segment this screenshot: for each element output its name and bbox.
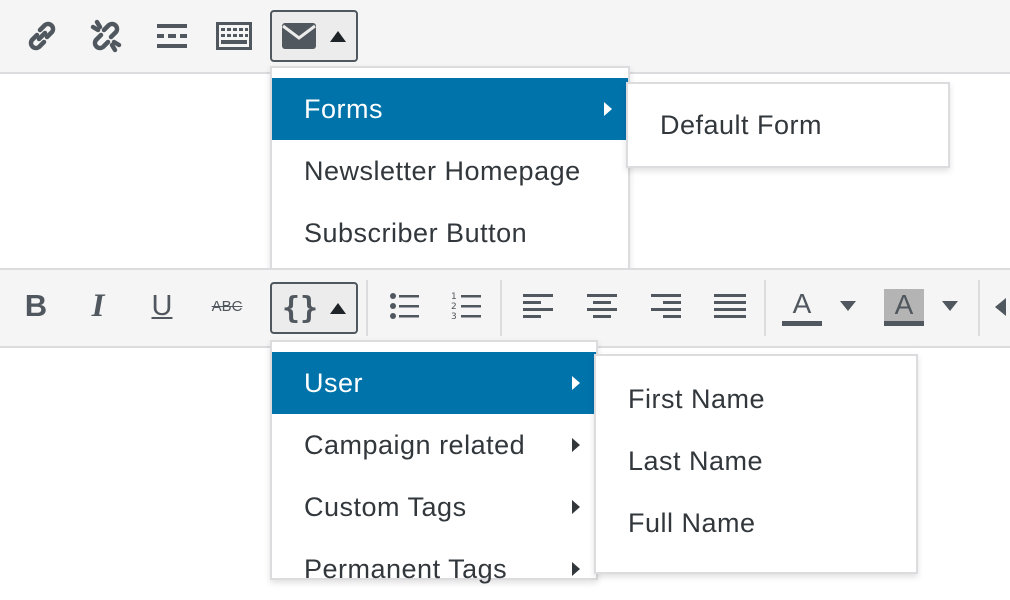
background-color-icon: A <box>884 288 924 321</box>
formatting-toolbar: B I U ABC {} 123 A A <box>0 268 1010 348</box>
color-swatch <box>884 320 924 326</box>
justify-icon <box>714 294 746 318</box>
forms-submenu: Default Form <box>626 82 950 168</box>
menu-item-label: Custom Tags <box>304 492 467 522</box>
submenu-item-first-name[interactable]: First Name <box>596 368 916 430</box>
background-color-dropdown[interactable] <box>936 284 964 328</box>
caret-down-icon <box>840 301 856 311</box>
italic-button[interactable]: I <box>76 284 120 328</box>
bold-button[interactable]: B <box>14 284 58 328</box>
italic-icon: I <box>91 287 105 324</box>
menu-item-custom-tags[interactable]: Custom Tags <box>272 476 596 538</box>
bullet-list-button[interactable] <box>382 284 426 328</box>
align-left-icon <box>523 294 553 318</box>
mailpoet-menu-button[interactable] <box>270 10 358 62</box>
envelope-icon <box>282 23 316 49</box>
menu-item-forms[interactable]: Forms <box>272 78 628 140</box>
toolbar-divider <box>366 280 368 336</box>
chevron-right-icon <box>572 376 580 390</box>
bold-icon: B <box>24 288 48 323</box>
background-color-button[interactable]: A <box>882 284 926 330</box>
justify-button[interactable] <box>708 284 752 328</box>
menu-item-label: Subscriber Button <box>304 218 528 248</box>
menu-item-label: Forms <box>304 94 383 124</box>
menu-item-permanent-tags[interactable]: Permanent Tags <box>272 538 596 600</box>
caret-up-icon <box>330 302 347 314</box>
menu-item-user[interactable]: User <box>272 352 596 414</box>
submenu-item-last-name[interactable]: Last Name <box>596 430 916 492</box>
menu-item-label: User <box>304 368 364 398</box>
keyboard-icon[interactable] <box>212 14 256 58</box>
align-left-button[interactable] <box>516 284 560 328</box>
chevron-right-icon <box>572 500 580 514</box>
text-color-button[interactable]: A <box>780 284 824 330</box>
toolbar-divider <box>978 280 980 336</box>
shortcode-menu-button[interactable]: {} <box>270 282 358 334</box>
chevron-right-icon <box>572 562 580 576</box>
menu-item-newsletter-homepage[interactable]: Newsletter Homepage <box>272 140 628 202</box>
align-right-button[interactable] <box>644 284 688 328</box>
underline-icon: U <box>151 289 173 322</box>
mailpoet-dropdown-menu: Forms Newsletter Homepage Subscriber But… <box>270 66 630 272</box>
chevron-right-icon <box>604 102 612 116</box>
align-center-button[interactable] <box>580 284 624 328</box>
link-icon[interactable] <box>20 14 64 58</box>
submenu-item-default-form[interactable]: Default Form <box>628 94 948 156</box>
submenu-item-full-name[interactable]: Full Name <box>596 492 916 554</box>
align-right-icon <box>651 294 681 318</box>
numbered-list-button[interactable]: 123 <box>444 284 488 328</box>
user-submenu: First Name Last Name Full Name <box>594 354 918 574</box>
toolbar-divider <box>764 280 766 336</box>
chevron-right-icon <box>572 438 580 452</box>
svg-text:2: 2 <box>451 302 457 312</box>
caret-up-icon <box>330 30 346 42</box>
shortcode-dropdown-menu: User Campaign related Custom Tags Perman… <box>270 340 598 584</box>
chevron-left-icon <box>994 298 1006 316</box>
menu-item-label: Campaign related <box>304 430 526 460</box>
caret-down-icon <box>942 301 958 311</box>
toolbar-divider <box>500 280 502 336</box>
menu-item-label: Newsletter Homepage <box>304 156 581 186</box>
text-color-dropdown[interactable] <box>834 284 862 328</box>
numbered-list-icon: 123 <box>451 292 481 321</box>
menu-item-label: Permanent Tags <box>304 554 508 584</box>
align-center-icon <box>587 294 617 318</box>
underline-button[interactable]: U <box>140 284 184 328</box>
more-tools-button[interactable] <box>990 292 1010 322</box>
unlink-icon[interactable] <box>84 14 128 58</box>
svg-text:3: 3 <box>451 312 457 321</box>
strikethrough-icon: ABC <box>211 297 243 315</box>
menu-item-subscriber-button[interactable]: Subscriber Button <box>272 202 628 264</box>
strikethrough-button[interactable]: ABC <box>202 284 252 328</box>
braces-icon: {} <box>281 290 319 326</box>
top-toolbar <box>0 0 1010 74</box>
svg-text:1: 1 <box>451 292 457 302</box>
color-swatch <box>782 320 822 326</box>
bullet-list-icon <box>390 293 419 319</box>
text-color-icon: A <box>792 287 812 319</box>
menu-item-campaign-related[interactable]: Campaign related <box>272 414 596 476</box>
read-more-icon[interactable] <box>150 14 194 58</box>
